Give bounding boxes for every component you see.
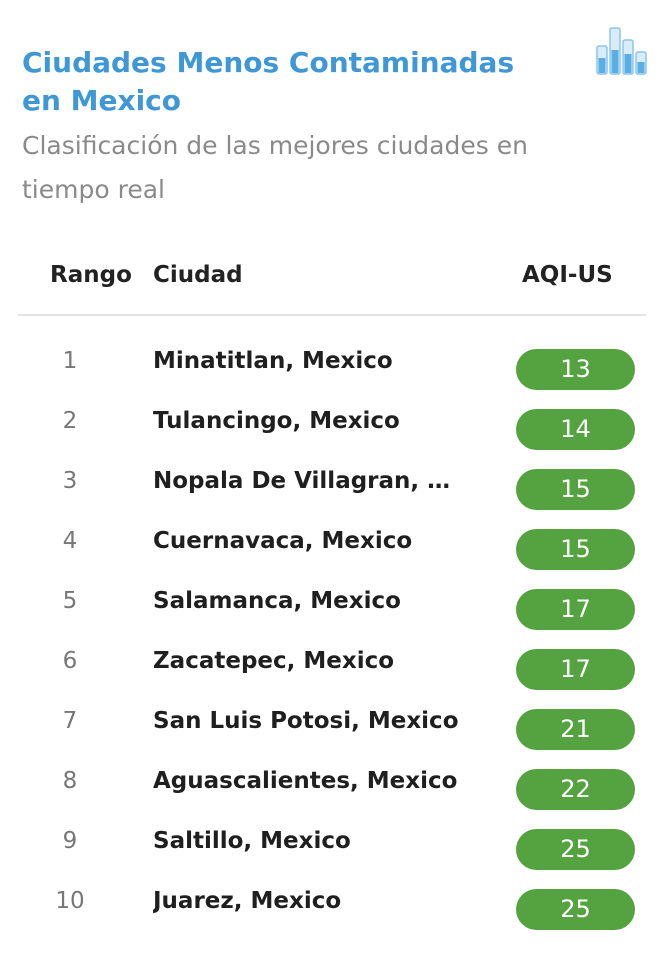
table-row[interactable]: 6 Zacatepec, Mexico 17 — [0, 634, 670, 694]
table-row[interactable]: 7 San Luis Potosi, Mexico 21 — [0, 694, 670, 754]
city-link[interactable]: Nopala De Villagran, Me... — [153, 468, 473, 494]
table-row[interactable]: 3 Nopala De Villagran, Me... 15 — [0, 454, 670, 514]
aqi-badge: 25 — [516, 829, 635, 870]
city-link[interactable]: Minatitlan, Mexico — [153, 348, 473, 374]
city-link[interactable]: Saltillo, Mexico — [153, 828, 473, 854]
aqi-badge: 13 — [516, 349, 635, 390]
aqi-badge: 14 — [516, 409, 635, 450]
table-header: Rango Ciudad AQI-US — [0, 256, 670, 300]
city-link[interactable]: Zacatepec, Mexico — [153, 648, 473, 674]
city-link[interactable]: Salamanca, Mexico — [153, 588, 473, 614]
rank-cell: 2 — [62, 408, 78, 434]
table-row[interactable]: 1 Minatitlan, Mexico 13 — [0, 334, 670, 394]
city-link[interactable]: Juarez, Mexico — [153, 888, 473, 914]
aqi-badge: 17 — [516, 589, 635, 630]
aqi-badge: 22 — [516, 769, 635, 810]
table-row[interactable]: 9 Saltillo, Mexico 25 — [0, 814, 670, 874]
city-link[interactable]: Aguascalientes, Mexico — [153, 768, 473, 794]
column-header-city: Ciudad — [153, 262, 243, 288]
table-row[interactable]: 4 Cuernavaca, Mexico 15 — [0, 514, 670, 574]
column-header-rank: Rango — [50, 262, 132, 288]
rank-cell: 5 — [62, 588, 78, 614]
rank-cell: 10 — [55, 888, 85, 914]
aqi-badge: 15 — [516, 529, 635, 570]
rank-cell: 9 — [62, 828, 78, 854]
city-link[interactable]: Cuernavaca, Mexico — [153, 528, 473, 554]
bar-chart-icon[interactable] — [596, 26, 648, 76]
rank-cell: 8 — [62, 768, 78, 794]
page-subtitle: Clasificación de las mejores ciudades en… — [22, 131, 528, 204]
ranking-table: 1 Minatitlan, Mexico 13 2 Tulancingo, Me… — [0, 334, 670, 934]
rank-cell: 3 — [62, 468, 78, 494]
aqi-badge: 21 — [516, 709, 635, 750]
rank-cell: 7 — [62, 708, 78, 734]
table-row[interactable]: 10 Juarez, Mexico 25 — [0, 874, 670, 934]
aqi-badge: 15 — [516, 469, 635, 510]
rank-cell: 1 — [62, 348, 78, 374]
city-link[interactable]: San Luis Potosi, Mexico — [153, 708, 473, 734]
rank-cell: 4 — [62, 528, 78, 554]
aqi-badge: 25 — [516, 889, 635, 930]
column-header-aqi: AQI-US — [522, 262, 613, 288]
aqi-badge: 17 — [516, 649, 635, 690]
table-row[interactable]: 5 Salamanca, Mexico 17 — [0, 574, 670, 634]
city-link[interactable]: Tulancingo, Mexico — [153, 408, 473, 434]
table-row[interactable]: 2 Tulancingo, Mexico 14 — [0, 394, 670, 454]
table-row[interactable]: 8 Aguascalientes, Mexico 22 — [0, 754, 670, 814]
header-divider — [18, 314, 646, 316]
page-title: Ciudades Menos Contaminadas en Mexico — [22, 46, 515, 117]
rank-cell: 6 — [62, 648, 78, 674]
